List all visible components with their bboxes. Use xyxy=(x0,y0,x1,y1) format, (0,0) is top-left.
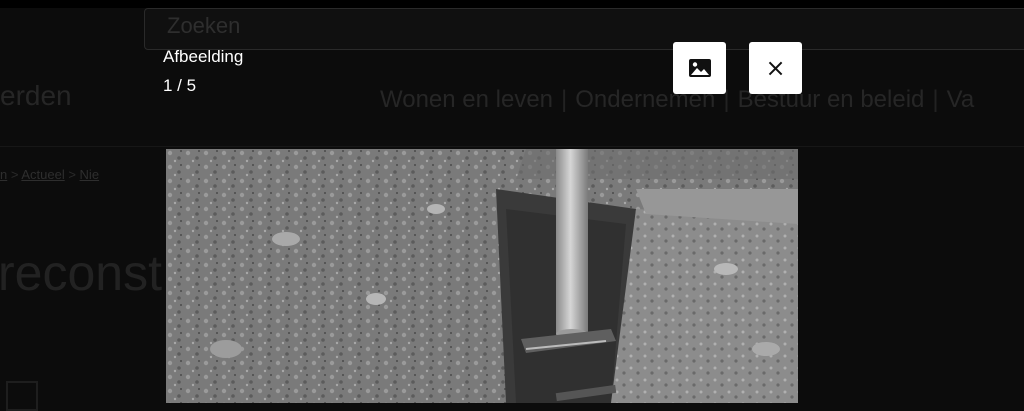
view-image-button[interactable] xyxy=(673,42,726,94)
breadcrumb-item: Actueel xyxy=(21,167,65,182)
breadcrumb-item: Nie xyxy=(79,167,100,182)
breadcrumb: n > Actueel > Nie xyxy=(0,167,100,182)
header-divider xyxy=(0,146,1024,147)
nav-item-more: Va xyxy=(946,86,975,113)
trench-photo xyxy=(166,149,798,403)
page-title: reconst xyxy=(0,245,162,301)
search-field: Zoeken xyxy=(144,8,1024,50)
close-button[interactable]: × xyxy=(749,42,802,94)
lightbox-title: Afbeelding xyxy=(163,47,244,66)
lightbox-image xyxy=(166,149,798,403)
top-strip xyxy=(0,0,1024,8)
site-name: erden xyxy=(0,80,72,111)
nav-item-wonen: Wonen en leven xyxy=(380,86,554,113)
play-icon xyxy=(6,381,38,411)
close-icon: × xyxy=(765,54,786,82)
search-placeholder: Zoeken xyxy=(167,13,241,38)
lightbox-counter: 1 / 5 xyxy=(163,76,197,95)
image-icon xyxy=(688,59,711,77)
breadcrumb-item: n xyxy=(0,167,8,182)
